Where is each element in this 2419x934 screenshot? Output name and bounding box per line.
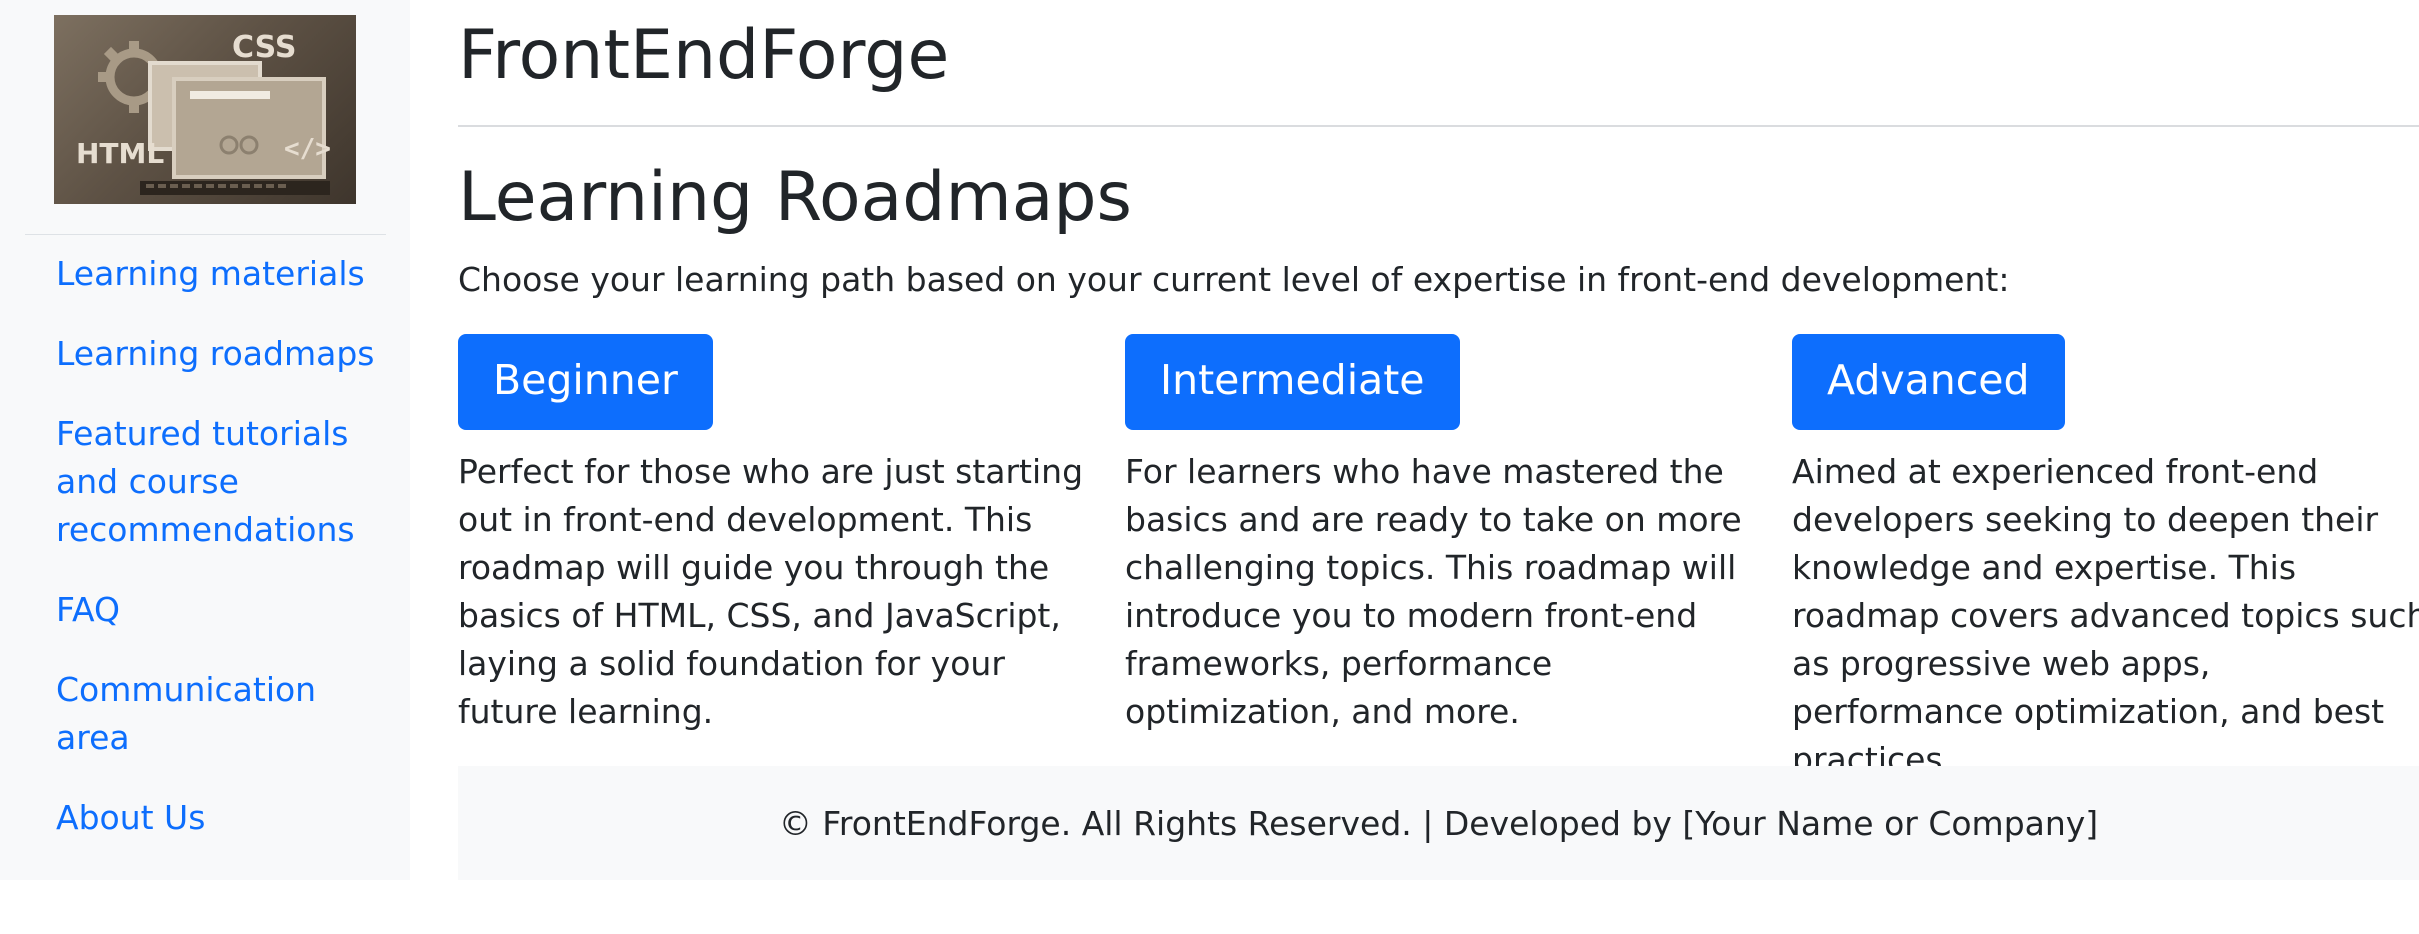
footer-text: © FrontEndForge. All Rights Reserved. | …: [778, 803, 2099, 843]
roadmap-card-intermediate: Intermediate For learners who have maste…: [1125, 334, 1765, 736]
roadmap-card-beginner: Beginner Perfect for those who are just …: [458, 334, 1098, 736]
intermediate-description: For learners who have mastered the basic…: [1125, 452, 1742, 731]
logo-code-text: </>: [284, 134, 331, 164]
roadmap-card-advanced: Advanced Aimed at experienced front-end …: [1792, 334, 2419, 784]
sidebar: CSS HTML </> Learning materials Learning…: [0, 0, 410, 880]
sidebar-item-learning-materials[interactable]: Learning materials: [56, 250, 376, 298]
sidebar-item-communication-area[interactable]: Communication area: [56, 666, 376, 762]
logo-css-text: CSS: [232, 30, 296, 65]
logo-html-text: HTML: [76, 137, 164, 170]
page-title: Learning Roadmaps: [458, 158, 1132, 237]
main-content: FrontEndForge Learning Roadmaps Choose y…: [458, 0, 2419, 934]
page-footer: © FrontEndForge. All Rights Reserved. | …: [458, 766, 2419, 880]
sidebar-item-featured-tutorials[interactable]: Featured tutorials and course recommenda…: [56, 410, 376, 554]
site-logo[interactable]: CSS HTML </>: [54, 15, 356, 204]
advanced-button[interactable]: Advanced: [1792, 334, 2065, 430]
intermediate-button[interactable]: Intermediate: [1125, 334, 1460, 430]
beginner-description: Perfect for those who are just starting …: [458, 452, 1084, 731]
sidebar-divider: [25, 234, 386, 235]
beginner-button[interactable]: Beginner: [458, 334, 713, 430]
sidebar-item-about-us[interactable]: About Us: [56, 794, 376, 842]
sidebar-nav: Learning materials Learning roadmaps Fea…: [56, 250, 376, 874]
page-lead: Choose your learning path based on your …: [458, 260, 2010, 299]
header-divider: [458, 125, 2419, 127]
sidebar-item-faq[interactable]: FAQ: [56, 586, 376, 634]
site-brand: FrontEndForge: [458, 16, 950, 95]
advanced-description: Aimed at experienced front-end developer…: [1792, 452, 2419, 779]
html-css-computer-logo-icon: CSS HTML </>: [76, 30, 331, 195]
sidebar-item-learning-roadmaps[interactable]: Learning roadmaps: [56, 330, 376, 378]
